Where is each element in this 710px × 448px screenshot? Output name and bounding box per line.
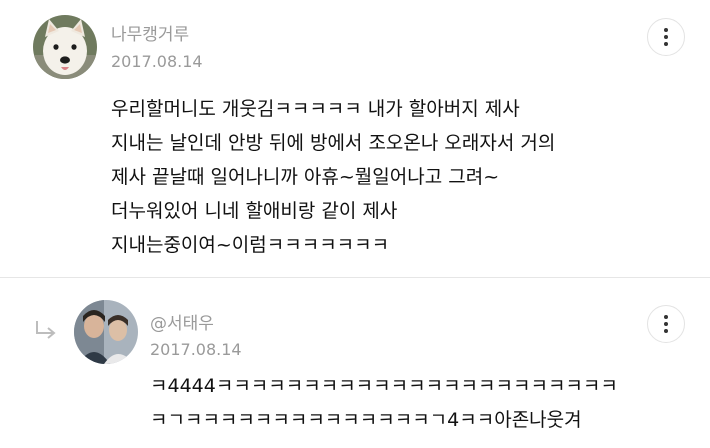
comment-author[interactable]: @서태우 [150, 309, 214, 334]
avatar[interactable] [74, 300, 138, 364]
comment-line: ㅋㄱㅋㅋㅋㅋㅋㅋㅋㅋㅋㅋㅋㅋㅋㅋㄱ4ㅋㅋ아존나웃겨 [150, 409, 582, 431]
comment-body: ㅋ4444ㅋㅋㅋㅋㅋㅋㅋㅋㅋㅋㅋㅋㅋㅋㅋㅋㅋㅋㅋㅋㅋㅋㅋ ㅋㄱㅋㅋㅋㅋㅋㅋㅋㅋㅋ… [150, 369, 670, 437]
comment-line: 제사 끝날때 일어나니까 아휴~뭘일어나고 그려~ [111, 166, 500, 188]
more-vertical-icon [664, 315, 668, 333]
person-avatar-image [74, 300, 138, 364]
more-vertical-icon [664, 28, 668, 46]
comment-line: 더누워있어 니네 할애비랑 같이 제사 [111, 200, 398, 222]
comment: 나무캥거루 2017.08.14 우리할머니도 개웃김ㅋㅋㅋㅋㅋ 내가 할아버지… [0, 0, 710, 278]
comment-date: 2017.08.14 [111, 52, 203, 71]
reply-comment: @서태우 2017.08.14 ㅋ4444ㅋㅋㅋㅋㅋㅋㅋㅋㅋㅋㅋㅋㅋㅋㅋㅋㅋㅋㅋ… [0, 279, 710, 448]
comment-line: 지내는 날인데 안방 뒤에 방에서 조오온나 오래자서 거의 [111, 132, 556, 154]
comment-line: ㅋ4444ㅋㅋㅋㅋㅋㅋㅋㅋㅋㅋㅋㅋㅋㅋㅋㅋㅋㅋㅋㅋㅋㅋㅋ [150, 375, 618, 397]
avatar[interactable] [33, 15, 97, 79]
more-options-button[interactable] [647, 305, 685, 343]
comment-divider [0, 277, 710, 278]
comment-line: 지내는중이여~이럼ㅋㅋㅋㅋㅋㅋㅋ [111, 234, 390, 256]
comment-body: 우리할머니도 개웃김ㅋㅋㅋㅋㅋ 내가 할아버지 제사 지내는 날인데 안방 뒤에… [111, 92, 671, 262]
comment-line: 우리할머니도 개웃김ㅋㅋㅋㅋㅋ 내가 할아버지 제사 [111, 98, 520, 120]
comment-date: 2017.08.14 [150, 340, 242, 359]
more-options-button[interactable] [647, 18, 685, 56]
comment-author[interactable]: 나무캥거루 [111, 20, 189, 45]
reply-arrow-icon [34, 320, 58, 342]
white-dog-avatar-image [33, 15, 97, 79]
